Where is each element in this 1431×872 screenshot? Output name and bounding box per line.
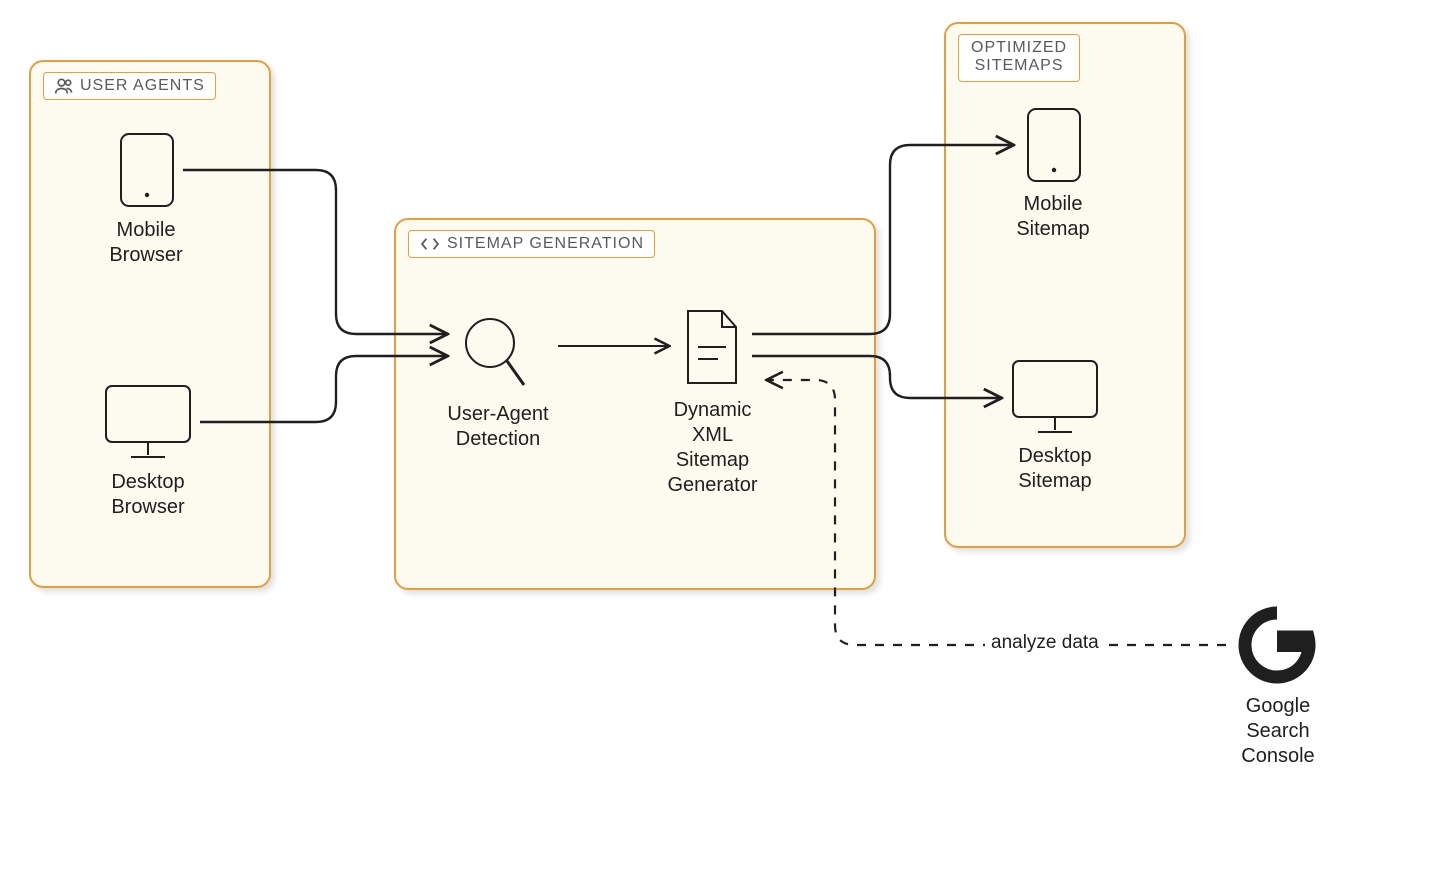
code-icon: [419, 236, 441, 252]
google-icon: [1237, 605, 1317, 685]
node-mobile-sitemap-label: Mobile Sitemap: [1003, 192, 1103, 242]
group-sitemap-generation-text: SITEMAP GENERATION: [447, 235, 644, 253]
node-ua-detection-label: User-Agent Detection: [438, 402, 558, 452]
desktop-sitemap-icon: [1010, 358, 1100, 436]
desktop-monitor-icon: [103, 383, 193, 461]
node-xml-generator-label: Dynamic XML Sitemap Generator: [655, 398, 770, 498]
mobile-device-icon: [118, 131, 176, 209]
node-google-search-console-label: Google Search Console: [1228, 694, 1328, 769]
group-user-agents-label: USER AGENTS: [43, 72, 216, 100]
magnifier-icon: [460, 313, 530, 393]
node-desktop-sitemap-label: Desktop Sitemap: [1010, 444, 1100, 494]
group-user-agents-text: USER AGENTS: [80, 77, 205, 95]
group-sitemap-generation-label: SITEMAP GENERATION: [408, 230, 655, 258]
node-mobile-browser-label: Mobile Browser: [96, 218, 196, 268]
node-desktop-browser-label: Desktop Browser: [103, 470, 193, 520]
group-optimized-sitemaps-label: OPTIMIZED SITEMAPS: [958, 34, 1080, 82]
edge-label-analyze-data: analyze data: [985, 632, 1105, 654]
document-icon: [680, 307, 744, 389]
group-optimized-sitemaps-text: OPTIMIZED SITEMAPS: [971, 39, 1067, 76]
users-icon: [54, 77, 74, 95]
mobile-sitemap-icon: [1025, 106, 1083, 184]
